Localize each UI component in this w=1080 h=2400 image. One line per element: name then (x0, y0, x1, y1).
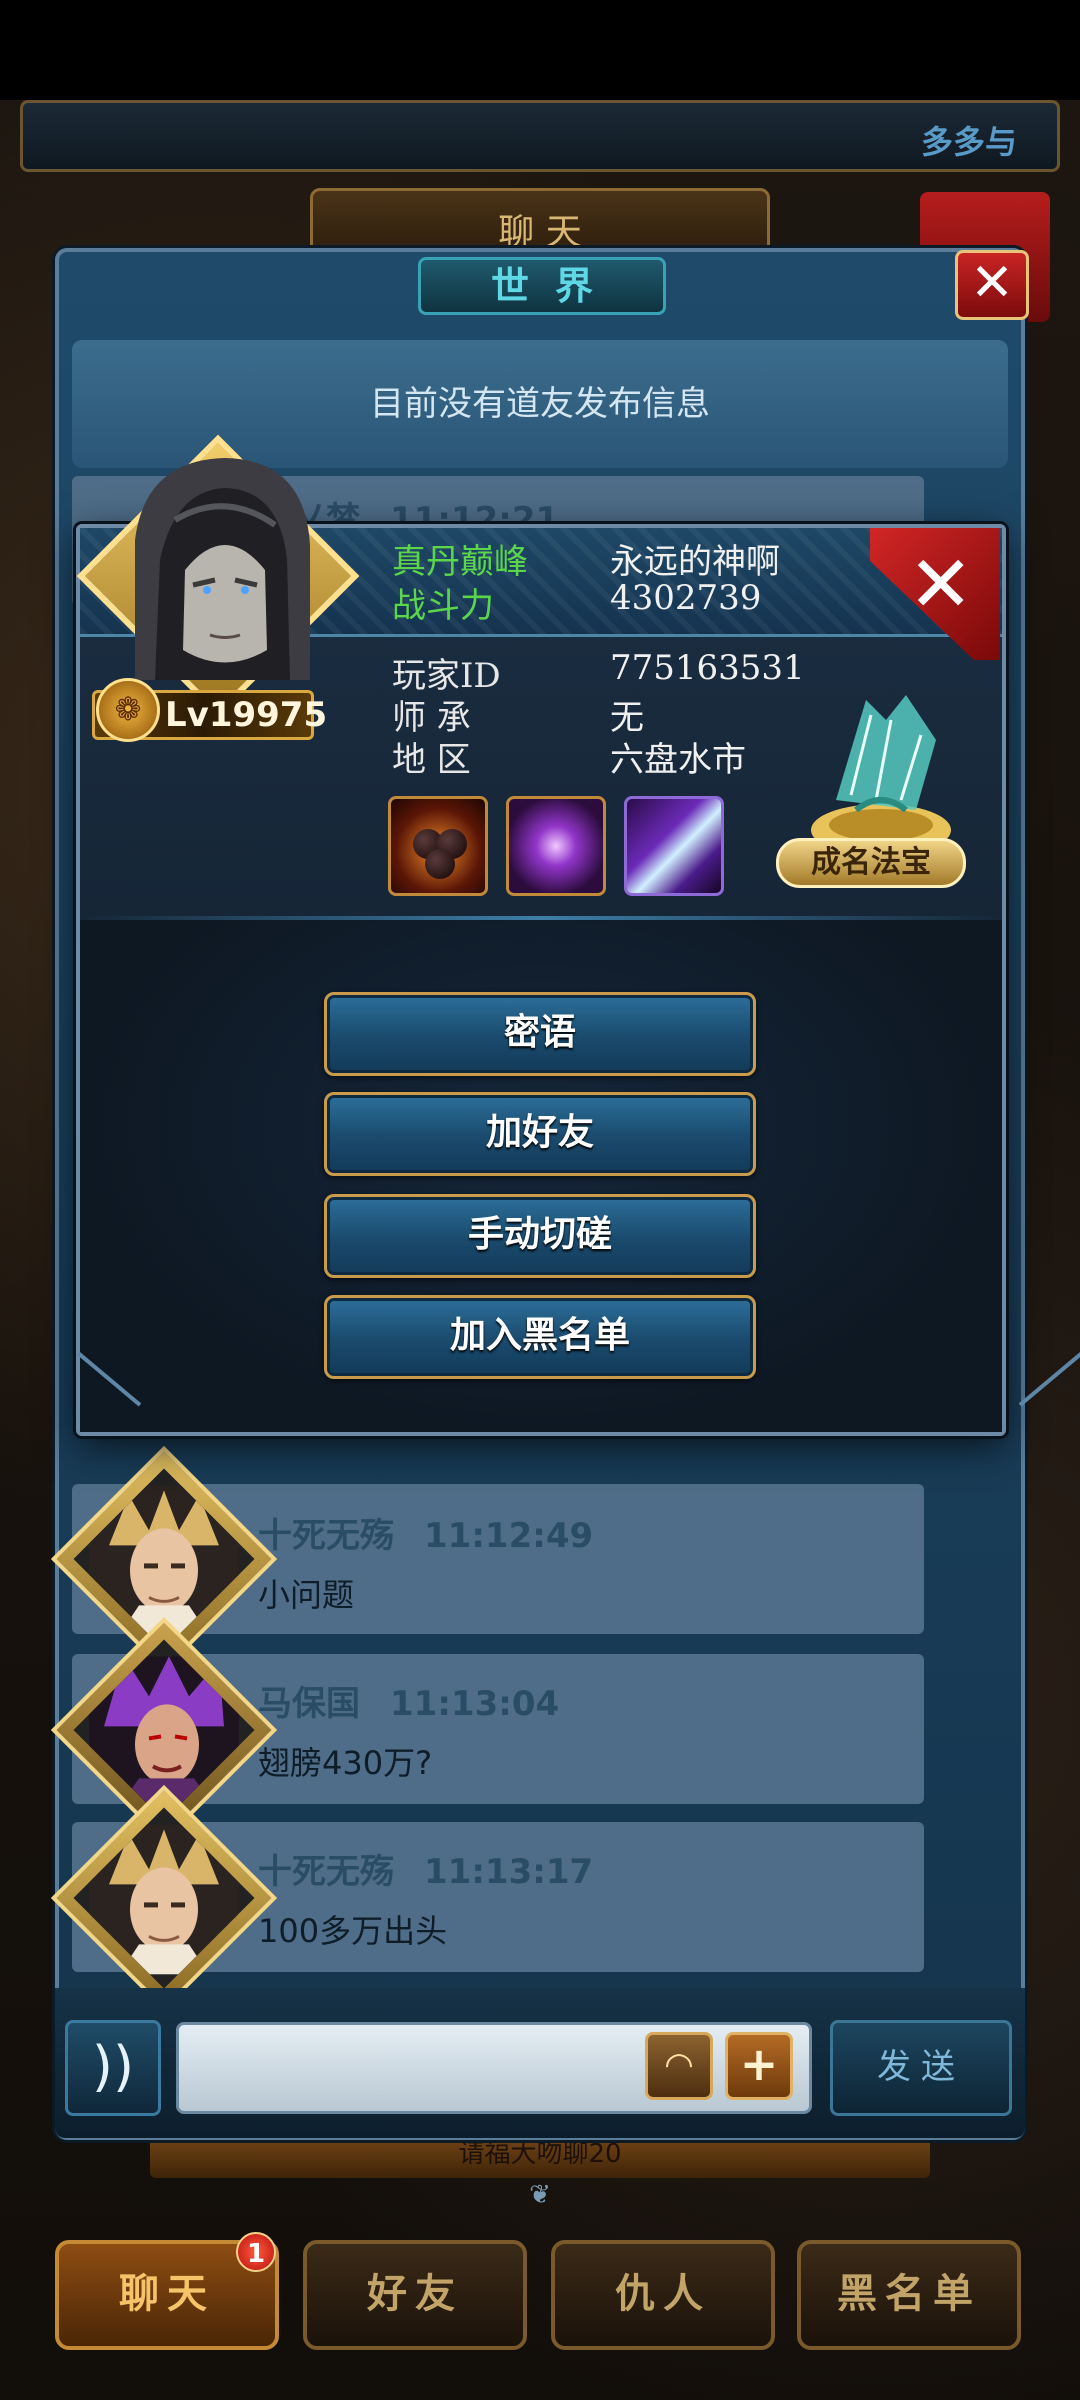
plus-icon: + (739, 2037, 779, 2091)
top-info-strip: 多多与 (20, 100, 1060, 172)
message-sender: 马保国 11:13:04 (258, 1684, 560, 1724)
add-friend-button[interactable]: 加好友 (324, 1092, 756, 1176)
voice-icon: )) (91, 2035, 135, 2098)
close-icon[interactable]: ✕ (908, 540, 973, 630)
avatar-image (88, 1824, 239, 1975)
top-strip-text: 多多与 (920, 123, 1017, 161)
emoji-icon: ◠ (664, 2045, 694, 2085)
add-blacklist-button[interactable]: 加入黑名单 (324, 1295, 756, 1379)
send-button[interactable]: 发送 (830, 2020, 1012, 2116)
skill-icon-comet[interactable] (624, 796, 724, 896)
player-title: 真丹巅峰 (392, 542, 528, 582)
spar-button[interactable]: 手动切磋 (324, 1194, 756, 1278)
message-text: 翅膀430万? (258, 1744, 433, 1782)
tab-blacklist[interactable]: 黑名单 (797, 2240, 1021, 2350)
plus-button[interactable]: + (725, 2032, 793, 2100)
skill-icon-burst[interactable] (506, 796, 606, 896)
message-text: 小问题 (258, 1576, 355, 1614)
divider (80, 916, 1002, 920)
message-sender: 十死无殇 11:12:49 (258, 1516, 594, 1556)
treasure-label: 成名法宝 (776, 838, 966, 888)
player-name: 永远的神啊 (610, 542, 780, 582)
avatar-image (88, 1485, 239, 1636)
voice-button[interactable]: )) (65, 2020, 161, 2116)
status-bar-area (0, 0, 1080, 100)
power-label: 战斗力 (392, 586, 494, 626)
world-panel-title: 世界 (418, 257, 666, 315)
close-icon: ✕ (970, 253, 1014, 313)
message-sender: 十死无殇 11:13:17 (258, 1852, 594, 1892)
ornament-icon: ❦ (529, 2180, 551, 2210)
chat-tab-badge: 1 (236, 2232, 276, 2272)
avatar[interactable] (50, 1445, 278, 1673)
power-value: 4302739 (610, 578, 762, 618)
player-id-value: 775163531 (610, 648, 805, 688)
region-label: 地 区 (392, 740, 471, 780)
avatar[interactable] (50, 1784, 278, 2012)
message-text: 100多万出头 (258, 1912, 448, 1950)
skill-icon-orbs[interactable] (388, 796, 488, 896)
player-portrait (115, 450, 325, 680)
world-close-button[interactable]: ✕ (955, 250, 1029, 320)
emoji-button[interactable]: ◠ (645, 2032, 713, 2100)
region-value: 六盘水市 (610, 740, 746, 780)
tab-enemies[interactable]: 仇人 (551, 2240, 775, 2350)
level-icon: ❁ (96, 678, 160, 742)
tab-friends[interactable]: 好友 (303, 2240, 527, 2350)
whisper-button[interactable]: 密语 (324, 992, 756, 1076)
chat-input[interactable] (176, 2022, 812, 2114)
